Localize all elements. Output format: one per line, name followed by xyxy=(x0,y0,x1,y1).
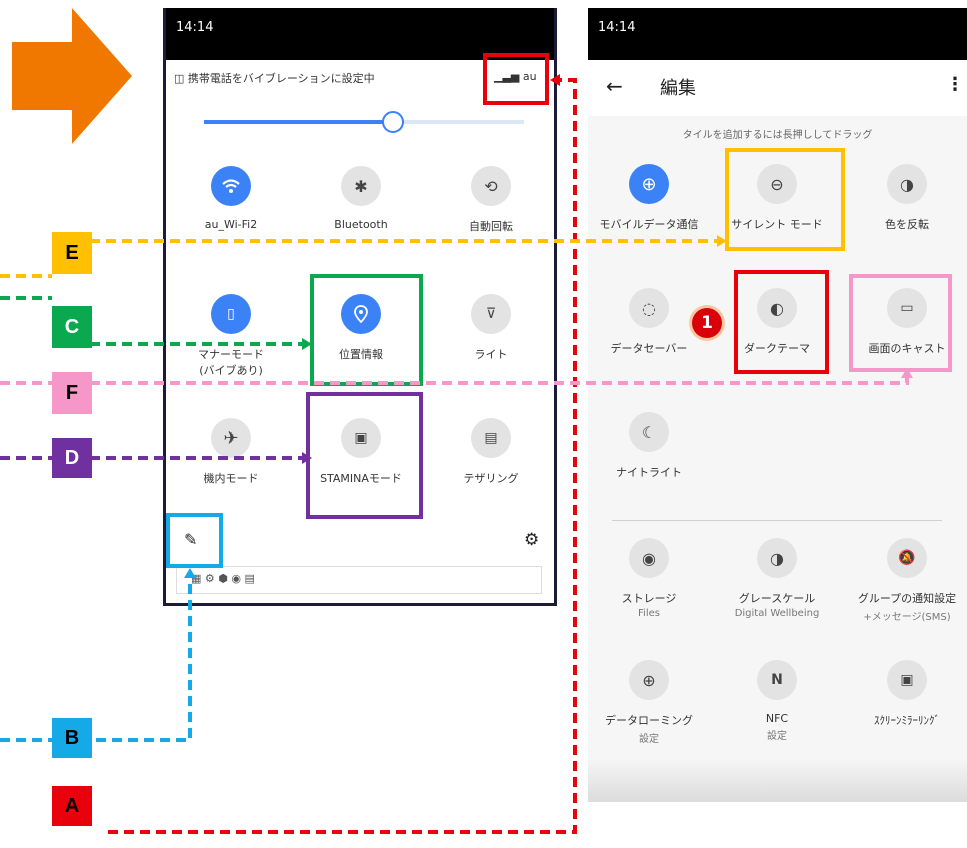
callout-label-b: B xyxy=(52,718,92,758)
callout-label-f: F xyxy=(52,372,92,414)
callout-label-e: E xyxy=(52,232,92,274)
callout-label-a: A xyxy=(52,786,92,826)
connector-lines xyxy=(0,74,913,834)
callout-label-c: C xyxy=(52,306,92,348)
callout-label-d: D xyxy=(52,438,92,478)
